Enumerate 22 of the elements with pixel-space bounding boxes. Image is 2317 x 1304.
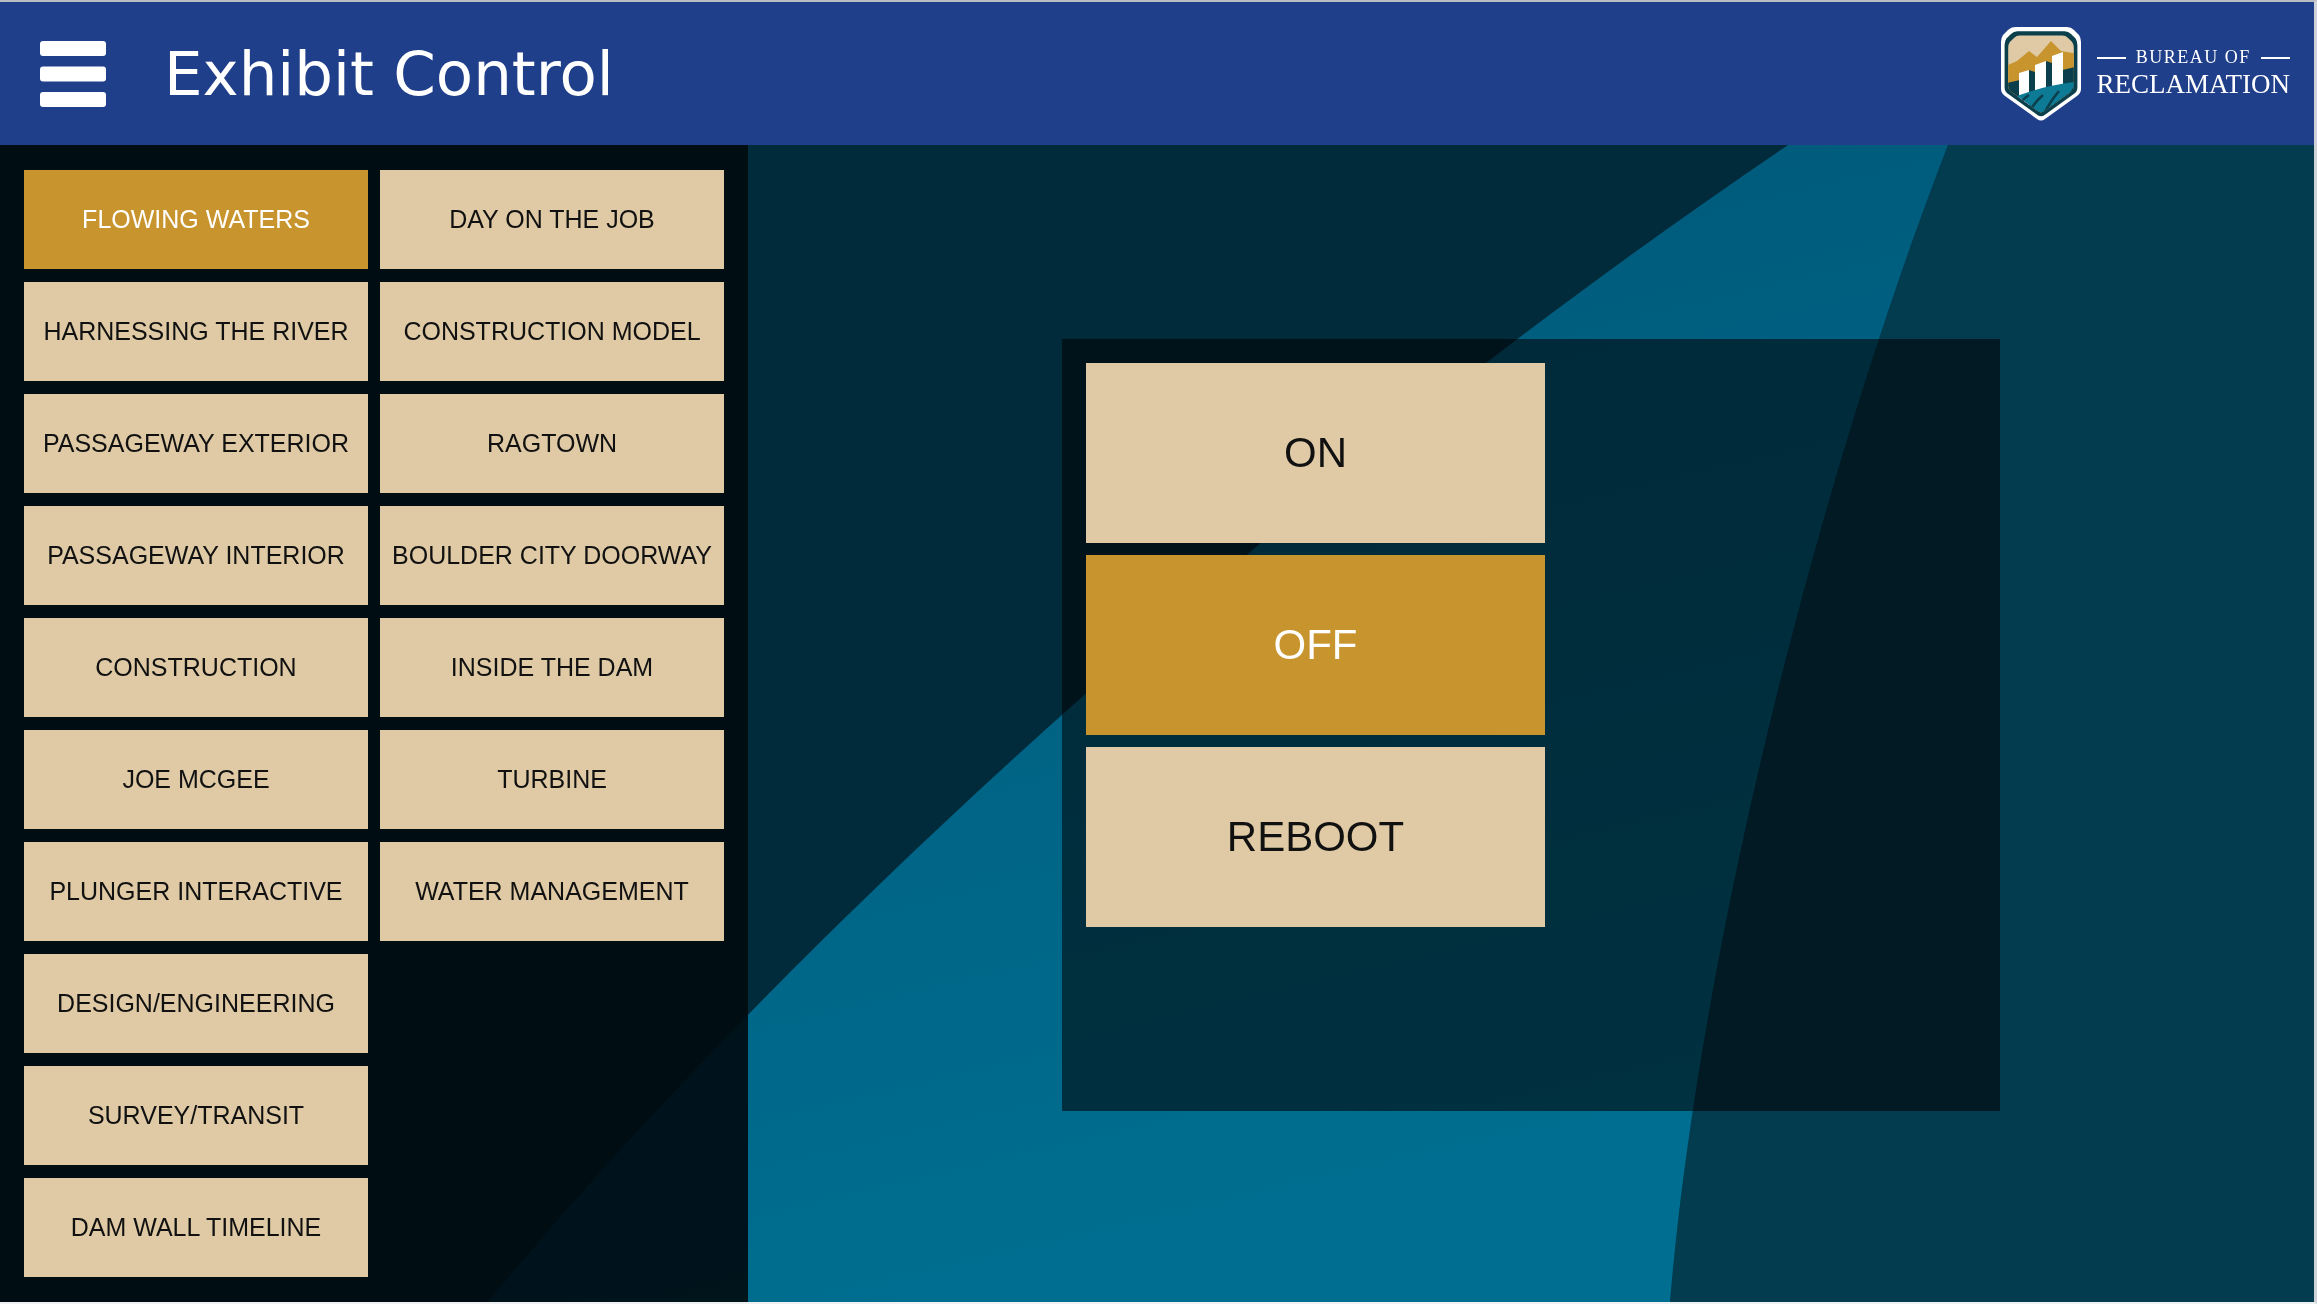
menu-icon[interactable] [40, 40, 106, 107]
control-button[interactable]: ON [1086, 363, 1545, 543]
exhibit-button[interactable]: CONSTRUCTION MODEL [380, 282, 724, 381]
exhibit-button[interactable]: PASSAGEWAY INTERIOR [24, 506, 368, 605]
control-button[interactable]: REBOOT [1086, 747, 1545, 927]
exhibit-button[interactable]: DESIGN/ENGINEERING [24, 954, 368, 1053]
exhibit-button[interactable]: INSIDE THE DAM [380, 618, 724, 717]
page-title: Exhibit Control [164, 39, 614, 108]
exhibit-button[interactable]: WATER MANAGEMENT [380, 842, 724, 941]
exhibit-button[interactable]: PLUNGER INTERACTIVE [24, 842, 368, 941]
exhibit-button[interactable]: PASSAGEWAY EXTERIOR [24, 394, 368, 493]
logo-top-line: BUREAU OF [2135, 47, 2251, 68]
exhibit-button[interactable]: BOULDER CITY DOORWAY [380, 506, 724, 605]
exhibit-button[interactable]: CONSTRUCTION [24, 618, 368, 717]
exhibit-button[interactable]: DAM WALL TIMELINE [24, 1178, 368, 1277]
exhibit-button[interactable]: HARNESSING THE RIVER [24, 282, 368, 381]
logo-name: RECLAMATION [2096, 69, 2290, 100]
exhibit-button[interactable]: DAY ON THE JOB [380, 170, 724, 269]
exhibit-button[interactable]: TURBINE [380, 730, 724, 829]
exhibit-button[interactable]: JOE MCGEE [24, 730, 368, 829]
exhibit-button[interactable]: SURVEY/TRANSIT [24, 1066, 368, 1165]
exhibit-button[interactable]: RAGTOWN [380, 394, 724, 493]
